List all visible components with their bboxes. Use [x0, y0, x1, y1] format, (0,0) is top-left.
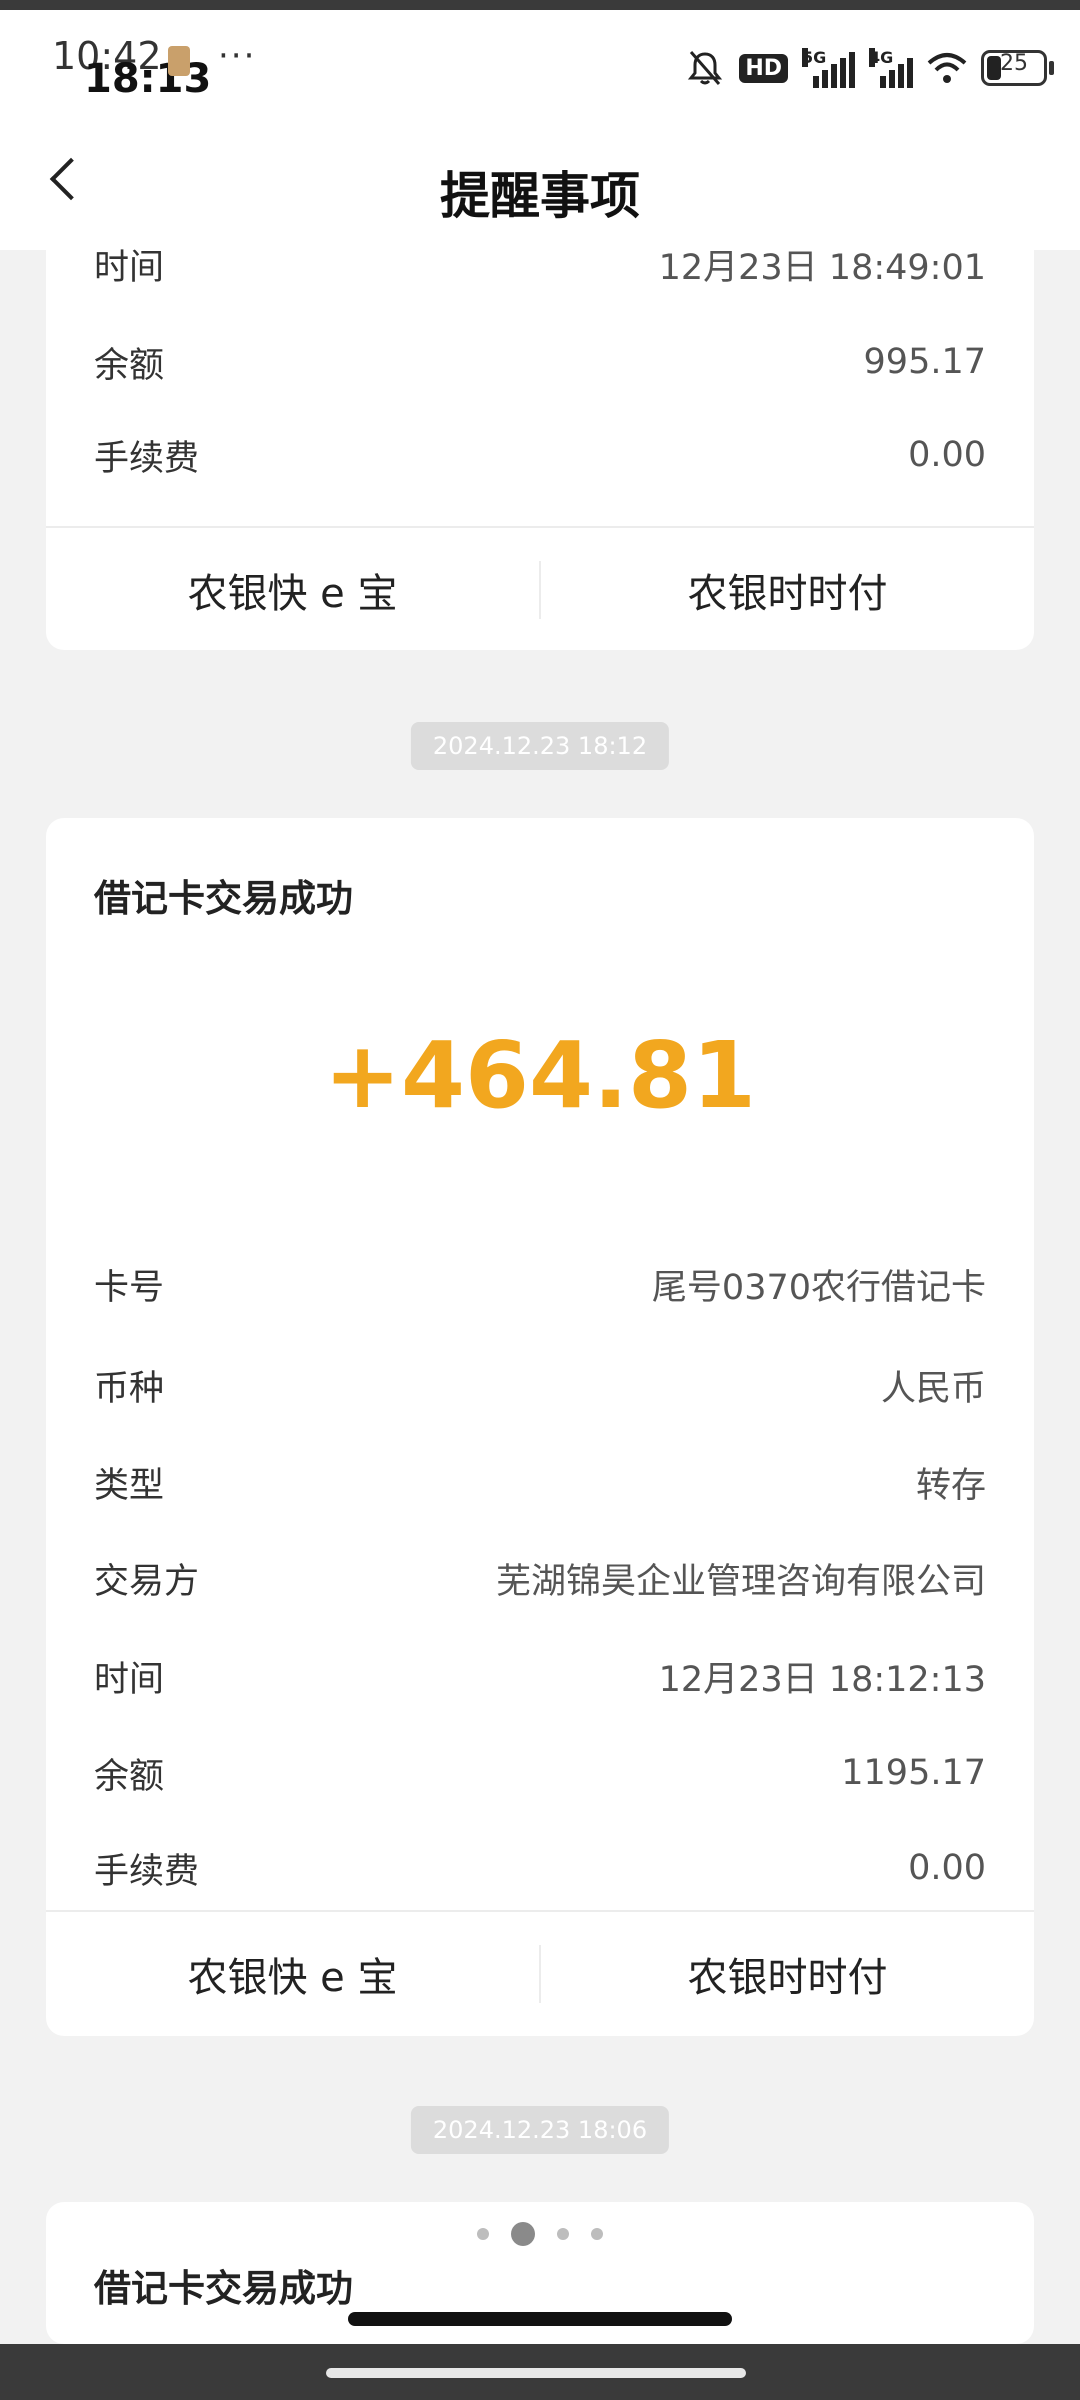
status-bar: 10:42 18:13 ··· HD 5G 4G 25 [0, 10, 1080, 120]
page-dot[interactable] [477, 2228, 489, 2240]
detail-row-time: 时间 12月23日 18:12:13 [94, 1646, 986, 1706]
shishifu-button[interactable]: 农银时时付 [541, 528, 1034, 650]
detail-value: 人民币 [880, 1368, 986, 1409]
detail-row-fee: 手续费 0.00 [94, 425, 986, 485]
timestamp-label: 2024.12.23 18:12 [410, 722, 670, 770]
detail-value: 转存 [915, 1465, 986, 1506]
detail-label: 余额 [94, 1756, 165, 1797]
detail-label: 交易方 [94, 1561, 200, 1602]
detail-value: 尾号0370农行借记卡 [651, 1267, 986, 1308]
kuaiebao-button[interactable]: 农银快 e 宝 [46, 528, 539, 650]
battery-icon: 25 [981, 50, 1054, 86]
network-4g-label: 4G [869, 48, 894, 67]
kuaiebao-button[interactable]: 农银快 e 宝 [46, 1912, 539, 2036]
detail-label: 手续费 [94, 1851, 200, 1892]
gesture-bar[interactable] [326, 2368, 746, 2378]
detail-value: 12月23日 18:12:13 [658, 1659, 986, 1700]
detail-label: 余额 [94, 345, 165, 386]
transaction-card-previous: 时间 12月23日 18:49:01 余额 995.17 手续费 0.00 农银… [46, 220, 1034, 650]
detail-label: 手续费 [94, 438, 200, 479]
detail-row-card-number: 卡号 尾号0370农行借记卡 [94, 1254, 986, 1314]
detail-label: 类型 [94, 1465, 165, 1506]
top-edge [0, 0, 1080, 10]
detail-value: 0.00 [908, 1848, 986, 1888]
signal-5g-icon: 5G [802, 48, 855, 88]
notification-app-icon [168, 46, 190, 76]
page-dot[interactable] [557, 2228, 569, 2240]
page-dot[interactable] [591, 2228, 603, 2240]
signal-4g-icon: 4G [869, 48, 913, 88]
wifi-icon [927, 53, 967, 83]
detail-label: 时间 [94, 1659, 165, 1700]
card-actions: 农银快 e 宝 农银时时付 [46, 528, 1034, 650]
detail-row-currency: 币种 人民币 [94, 1355, 986, 1415]
page-dot[interactable] [511, 2222, 535, 2246]
detail-label: 币种 [94, 1368, 165, 1409]
more-notifications-icon: ··· [218, 36, 257, 76]
detail-row-type: 类型 转存 [94, 1452, 986, 1512]
detail-value: 1195.17 [841, 1753, 986, 1793]
timestamp-label: 2024.12.23 18:06 [410, 2106, 670, 2154]
detail-row-counterparty: 交易方 芜湖锦昊企业管理咨询有限公司 [94, 1548, 986, 1608]
home-indicator[interactable] [348, 2312, 732, 2326]
card-title: 借记卡交易成功 [94, 877, 353, 920]
page-title: 提醒事项 [440, 167, 640, 225]
shishifu-button[interactable]: 农银时时付 [541, 1912, 1034, 2036]
detail-row-time: 时间 12月23日 18:49:01 [94, 234, 986, 294]
detail-label: 卡号 [94, 1267, 165, 1308]
transaction-amount: +464.81 [323, 1022, 757, 1129]
detail-value: 芜湖锦昊企业管理咨询有限公司 [495, 1561, 986, 1602]
detail-row-balance: 余额 995.17 [94, 332, 986, 392]
card-title: 借记卡交易成功 [94, 2267, 353, 2310]
network-5g-label: 5G [802, 48, 827, 67]
detail-value: 995.17 [863, 342, 986, 382]
hd-voice-icon: HD [739, 53, 788, 83]
battery-level: 25 [1000, 51, 1028, 76]
status-time: 18:13 [84, 56, 212, 102]
transaction-card: 借记卡交易成功 +464.81 卡号 尾号0370农行借记卡 币种 人民币 类型… [46, 818, 1034, 2036]
card-actions: 农银快 e 宝 农银时时付 [46, 1912, 1034, 2036]
page-indicator [0, 2222, 1080, 2246]
detail-row-balance: 余额 1195.17 [94, 1743, 986, 1803]
detail-value: 12月23日 18:49:01 [658, 247, 986, 288]
detail-label: 时间 [94, 247, 165, 288]
bell-muted-icon [688, 51, 723, 85]
detail-value: 0.00 [908, 435, 986, 475]
detail-row-fee: 手续费 0.00 [94, 1838, 986, 1898]
